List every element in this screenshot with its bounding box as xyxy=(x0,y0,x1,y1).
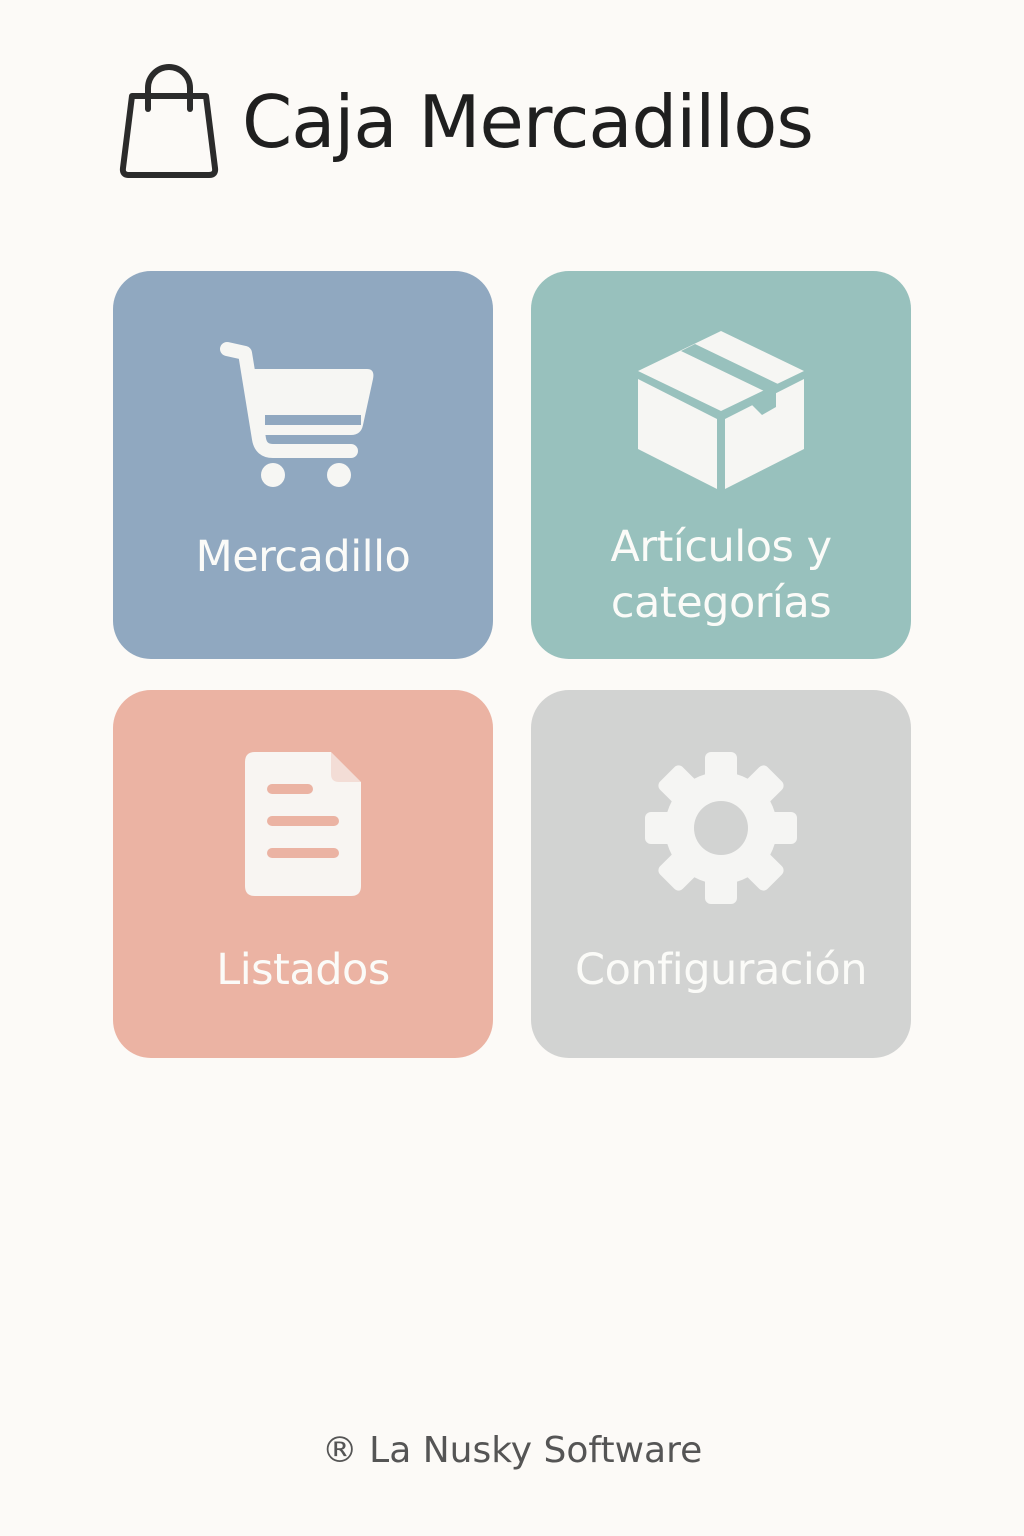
tile-label-line-2: categorías xyxy=(610,578,832,628)
tile-label: Listados xyxy=(216,945,390,995)
document-icon xyxy=(245,752,361,896)
listados-button[interactable]: Listados xyxy=(113,690,493,1058)
shopping-bag-icon xyxy=(119,64,219,178)
shopping-cart-icon xyxy=(220,342,374,487)
mercadillo-button[interactable]: Mercadillo xyxy=(113,271,493,659)
tile-label-line-1: Artículos y xyxy=(610,522,832,572)
tile-label: Configuración xyxy=(575,945,867,995)
articulos-categorias-button[interactable]: Artículos y categorías xyxy=(531,271,911,659)
home-screen: Caja Mercadillos Mercadillo Artículos y … xyxy=(0,0,1024,1536)
app-header: Caja Mercadillos xyxy=(118,62,814,182)
gear-icon xyxy=(645,752,797,904)
configuracion-button[interactable]: Configuración xyxy=(531,690,911,1058)
box-icon xyxy=(638,331,804,489)
footer-copyright: ® La Nusky Software xyxy=(321,1430,703,1471)
tile-label: Mercadillo xyxy=(195,532,411,582)
app-title: Caja Mercadillos xyxy=(242,80,814,164)
